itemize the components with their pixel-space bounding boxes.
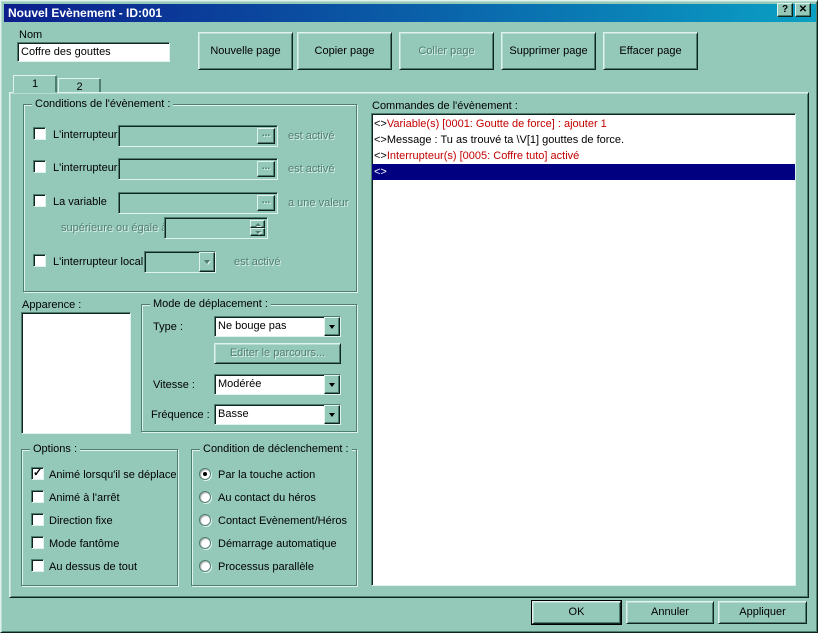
new-page-button[interactable]: Nouvelle page — [198, 32, 293, 70]
movement-frequency-dropdown[interactable]: Basse — [214, 404, 341, 425]
command-line-selected[interactable]: <> — [372, 164, 795, 180]
option-phantom-mode-label: Mode fantôme — [49, 538, 119, 550]
name-label: Nom — [19, 29, 42, 41]
switch1-suffix: est activé — [288, 130, 334, 142]
switch2-suffix: est activé — [288, 163, 334, 175]
cancel-button[interactable]: Annuler — [626, 601, 714, 624]
trigger-auto-start-label: Démarrage automatique — [218, 538, 337, 550]
switch1-browse-button[interactable]: ... — [257, 128, 275, 144]
variable-suffix: a une valeur — [288, 197, 349, 209]
trigger-event-hero-contact-radio[interactable] — [199, 514, 211, 526]
movement-group-title: Mode de déplacement : — [150, 298, 271, 310]
trigger-parallel-process-radio[interactable] — [199, 560, 211, 572]
help-button[interactable]: ? — [777, 3, 793, 17]
switch1-field: ... — [118, 125, 278, 147]
switch2-browse-button[interactable]: ... — [257, 161, 275, 177]
close-button[interactable]: ✕ — [795, 3, 811, 17]
switch2-field: ... — [118, 158, 278, 180]
paste-page-button: Coller page — [399, 32, 494, 70]
option-above-all-checkbox[interactable] — [31, 559, 44, 572]
local-switch-dropdown — [144, 251, 216, 273]
movement-type-label: Type : — [153, 321, 183, 333]
window-title: Nouvel Evènement - ID:001 — [4, 6, 162, 20]
local-switch-label: L'interrupteur local — [53, 256, 143, 268]
ok-button[interactable]: OK — [532, 601, 621, 624]
spinner-down-icon[interactable] — [250, 228, 265, 236]
value-spinner — [164, 217, 268, 239]
clear-page-button[interactable]: Effacer page — [603, 32, 698, 70]
movement-type-dropdown[interactable]: Ne bouge pas — [214, 316, 341, 337]
trigger-group-title: Condition de déclenchement : — [200, 443, 352, 455]
option-animated-moving-checkbox[interactable] — [31, 467, 44, 480]
option-animated-idle-checkbox[interactable] — [31, 490, 44, 503]
delete-page-button[interactable]: Supprimer page — [501, 32, 596, 70]
trigger-hero-touch-radio[interactable] — [199, 491, 211, 503]
commands-list[interactable]: <>Variable(s) [0001: Goutte de force] : … — [371, 113, 796, 586]
variable-field: ... — [118, 192, 278, 214]
option-animated-idle-label: Animé à l'arrêt — [49, 492, 120, 504]
appearance-preview[interactable] — [21, 312, 131, 434]
trigger-action-key-radio[interactable] — [199, 468, 211, 480]
option-above-all-label: Au dessus de tout — [49, 561, 137, 573]
greater-equal-label: supérieure ou égale à — [61, 222, 167, 234]
movement-speed-dropdown[interactable]: Modérée — [214, 374, 341, 395]
variable-checkbox[interactable] — [33, 194, 46, 207]
appearance-label: Apparence : — [22, 299, 81, 311]
trigger-event-hero-contact-label: Contact Evènement/Héros — [218, 515, 347, 527]
chevron-down-icon[interactable] — [324, 375, 340, 394]
switch1-checkbox[interactable] — [33, 127, 46, 140]
chevron-down-icon[interactable] — [324, 405, 340, 424]
option-animated-moving-label: Animé lorsqu'il se déplace — [49, 469, 176, 481]
commands-title: Commandes de l'évènement : — [372, 100, 518, 112]
local-switch-suffix: est activé — [234, 256, 280, 268]
tab-page-1[interactable]: 1 — [13, 75, 57, 93]
chevron-down-icon[interactable] — [199, 252, 215, 272]
title-bar[interactable]: Nouvel Evènement - ID:001 — [4, 4, 816, 22]
command-line[interactable]: <>Variable(s) [0001: Goutte de force] : … — [372, 116, 795, 132]
event-name-input[interactable] — [17, 42, 170, 62]
local-switch-checkbox[interactable] — [33, 254, 46, 267]
movement-speed-label: Vitesse : — [153, 379, 195, 391]
event-editor-dialog: Nouvel Evènement - ID:001 ? ✕ Nom Nouvel… — [0, 0, 818, 633]
switch2-label: L'interrupteur — [53, 162, 117, 174]
copy-page-button[interactable]: Copier page — [297, 32, 392, 70]
command-line[interactable]: <>Message : Tu as trouvé ta \V[1] goutte… — [372, 132, 795, 148]
command-line[interactable]: <>Interrupteur(s) [0005: Coffre tuto] ac… — [372, 148, 795, 164]
conditions-group-title: Conditions de l'évènement : — [32, 98, 173, 110]
spinner-up-icon[interactable] — [250, 220, 265, 228]
chevron-down-icon[interactable] — [324, 317, 340, 336]
variable-browse-button[interactable]: ... — [257, 195, 275, 211]
apply-button[interactable]: Appliquer — [718, 601, 807, 624]
trigger-action-key-label: Par la touche action — [218, 469, 315, 481]
switch2-checkbox[interactable] — [33, 160, 46, 173]
variable-label: La variable — [53, 196, 107, 208]
tab-page-2[interactable]: 2 — [58, 78, 101, 93]
options-group-title: Options : — [30, 443, 80, 455]
option-fixed-direction-checkbox[interactable] — [31, 513, 44, 526]
movement-frequency-label: Fréquence : — [151, 409, 210, 421]
trigger-hero-touch-label: Au contact du héros — [218, 492, 316, 504]
option-phantom-mode-checkbox[interactable] — [31, 536, 44, 549]
trigger-parallel-process-label: Processus parallèle — [218, 561, 314, 573]
edit-route-button: Editer le parcours... — [214, 343, 341, 364]
switch1-label: L'interrupteur — [53, 129, 117, 141]
trigger-auto-start-radio[interactable] — [199, 537, 211, 549]
option-fixed-direction-label: Direction fixe — [49, 515, 113, 527]
